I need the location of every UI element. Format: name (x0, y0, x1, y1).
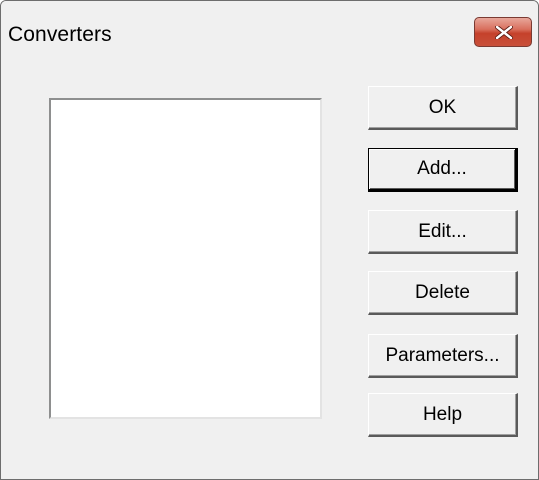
add-button[interactable]: Add... (368, 148, 518, 192)
dialog-content: OK Add... Edit... Delete Parameters... H… (1, 64, 538, 479)
help-button[interactable]: Help (368, 393, 518, 437)
parameters-button[interactable]: Parameters... (368, 334, 518, 378)
close-icon (495, 26, 513, 39)
converters-dialog: Converters OK Add... Edit... Delete Para… (0, 0, 539, 480)
converters-listbox[interactable] (49, 98, 322, 419)
delete-button[interactable]: Delete (368, 271, 518, 315)
title-bar: Converters (1, 1, 538, 64)
edit-button[interactable]: Edit... (368, 210, 518, 254)
ok-button[interactable]: OK (368, 86, 518, 130)
close-button[interactable] (474, 17, 532, 47)
window-title: Converters (8, 23, 112, 46)
